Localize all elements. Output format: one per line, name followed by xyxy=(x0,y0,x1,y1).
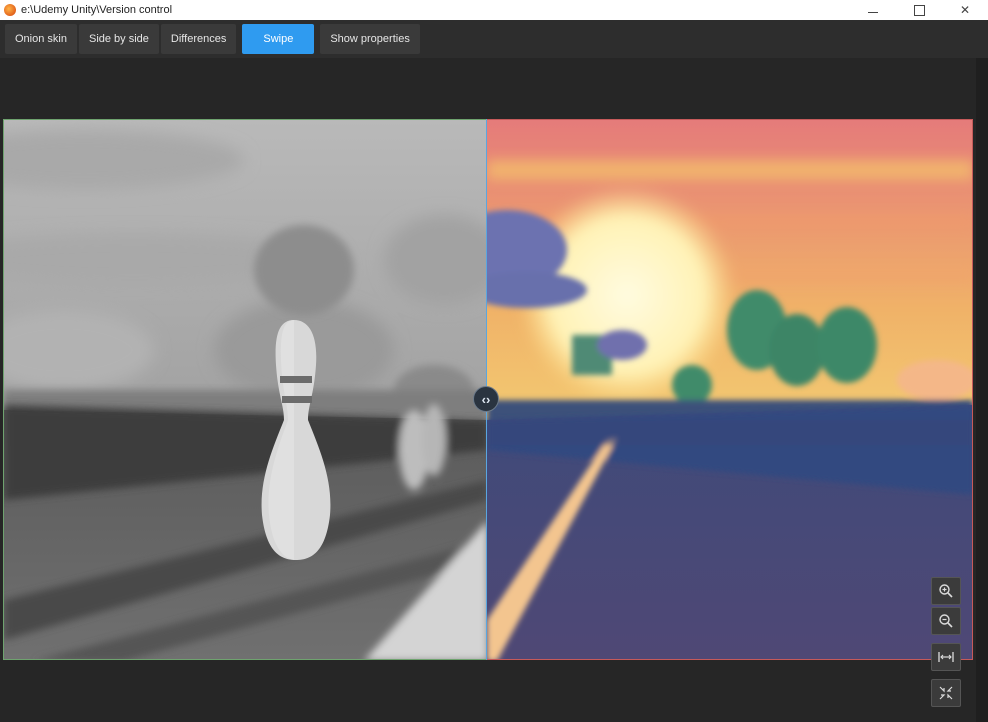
zoom-out-button[interactable] xyxy=(931,607,961,635)
window-controls: ✕ xyxy=(850,0,988,20)
chevron-left-right-icon: ‹› xyxy=(481,391,491,407)
left-image-old-revision xyxy=(3,119,487,660)
right-image-new-revision xyxy=(487,119,973,660)
view-mode-toolbar: Onion skin Side by side Differences Swip… xyxy=(0,20,988,58)
tab-differences[interactable]: Differences xyxy=(160,24,237,54)
fit-width-icon xyxy=(938,652,954,662)
tab-swipe[interactable]: Swipe xyxy=(242,24,315,54)
zoom-in-button[interactable] xyxy=(931,577,961,605)
tab-side-by-side[interactable]: Side by side xyxy=(78,24,159,54)
vertical-scrollbar[interactable] xyxy=(976,58,988,722)
show-properties-button[interactable]: Show properties xyxy=(320,24,420,54)
app-icon xyxy=(4,4,16,16)
window-title: e:\Udemy Unity\Version control xyxy=(21,4,173,16)
maximize-button[interactable] xyxy=(896,0,942,20)
zoom-out-icon xyxy=(939,614,953,628)
fit-width-button[interactable] xyxy=(931,643,961,671)
zoom-in-icon xyxy=(939,584,953,598)
minimize-icon xyxy=(868,11,878,13)
window-titlebar: e:\Udemy Unity\Version control ✕ xyxy=(0,0,988,20)
swipe-handle[interactable]: ‹› xyxy=(473,386,499,412)
grayscale-scene-image xyxy=(4,120,487,659)
maximize-icon xyxy=(913,4,925,16)
collapse-icon xyxy=(939,686,953,700)
sunset-scene-image xyxy=(487,120,972,659)
close-button[interactable]: ✕ xyxy=(942,0,988,20)
tab-onion-skin[interactable]: Onion skin xyxy=(5,24,77,54)
fit-window-button[interactable] xyxy=(931,679,961,707)
close-icon: ✕ xyxy=(959,3,971,17)
minimize-button[interactable] xyxy=(850,0,896,20)
